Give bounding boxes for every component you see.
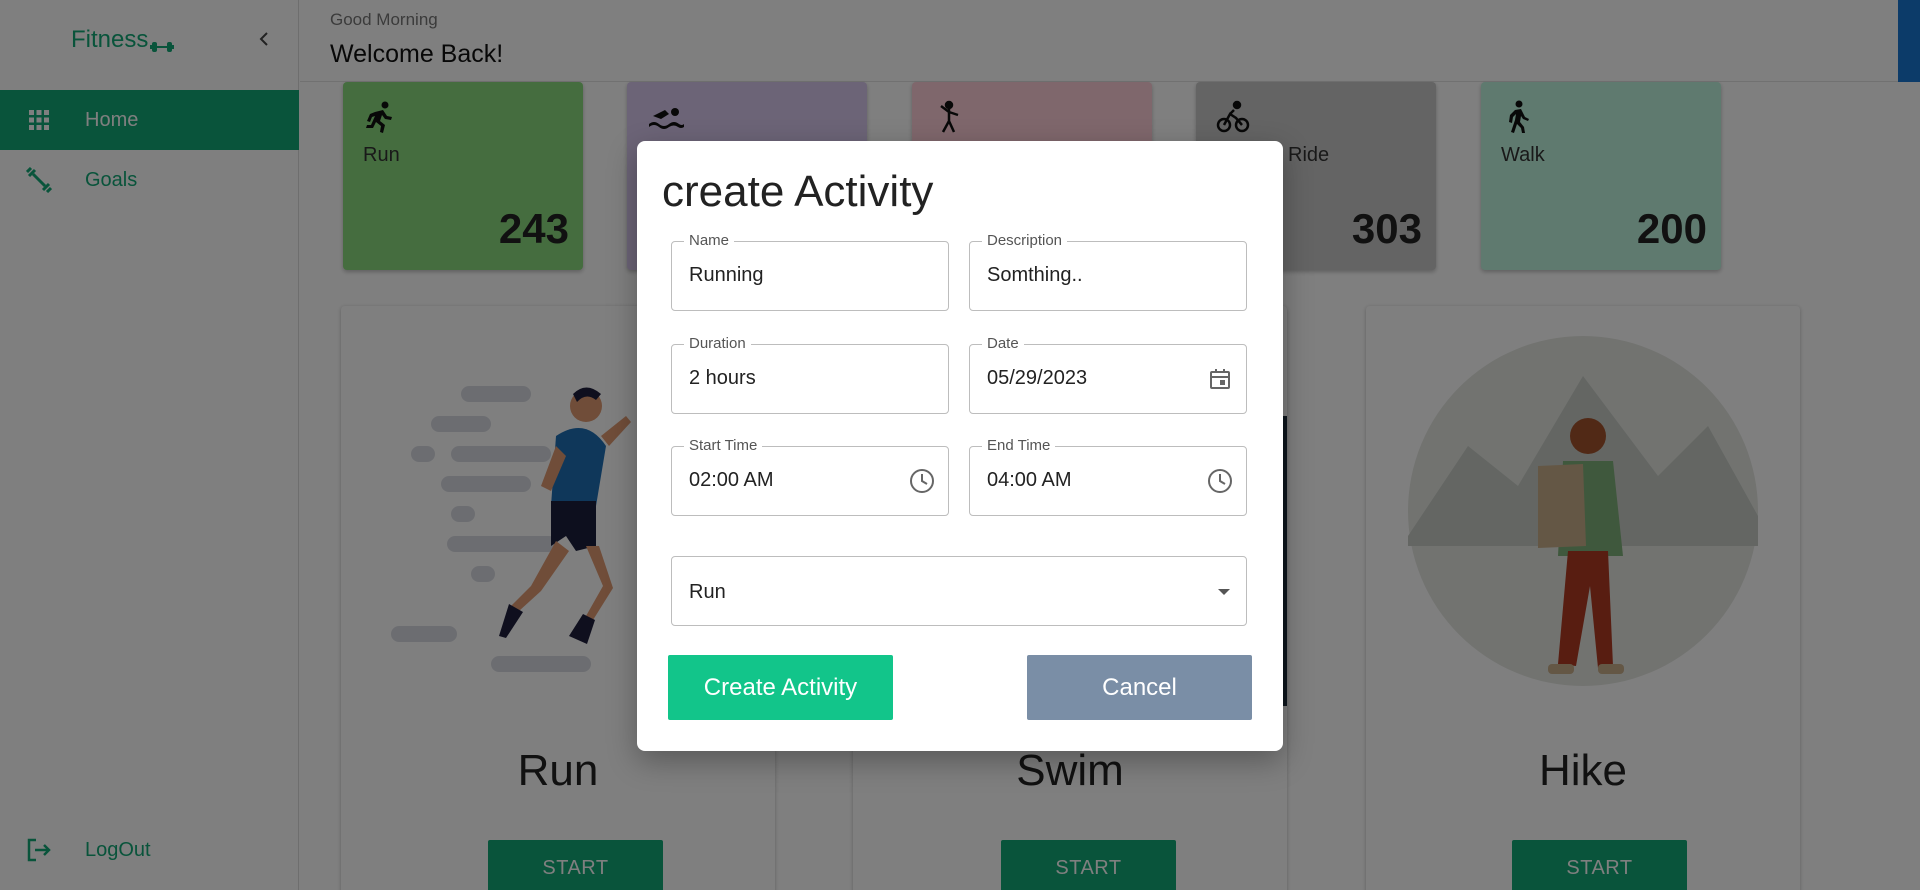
start-time-label: Start Time bbox=[684, 437, 763, 454]
description-value: Somthing.. bbox=[987, 264, 1083, 286]
create-activity-button[interactable]: Create Activity bbox=[668, 655, 893, 720]
duration-value: 2 hours bbox=[689, 367, 756, 389]
clock-icon[interactable] bbox=[1206, 467, 1234, 495]
start-time-field[interactable]: Start Time 02:00 AM bbox=[671, 437, 949, 516]
cancel-button[interactable]: Cancel bbox=[1027, 655, 1252, 720]
name-value: Running bbox=[689, 264, 764, 286]
dropdown-caret-icon bbox=[1218, 589, 1230, 595]
end-time-label: End Time bbox=[982, 437, 1056, 454]
name-label: Name bbox=[684, 232, 735, 249]
date-field[interactable]: Date 05/29/2023 bbox=[969, 335, 1247, 414]
description-field[interactable]: Description Somthing.. bbox=[969, 232, 1247, 311]
duration-label: Duration bbox=[684, 335, 751, 352]
name-field[interactable]: Name Running bbox=[671, 232, 949, 311]
date-label: Date bbox=[982, 335, 1024, 352]
activity-type-value: Run bbox=[689, 581, 726, 603]
start-time-value: 02:00 AM bbox=[689, 469, 774, 491]
clock-icon[interactable] bbox=[908, 467, 936, 495]
description-label: Description bbox=[982, 232, 1068, 249]
duration-field[interactable]: Duration 2 hours bbox=[671, 335, 949, 414]
dialog-title: create Activity bbox=[662, 167, 934, 216]
date-value: 05/29/2023 bbox=[987, 367, 1088, 389]
end-time-value: 04:00 AM bbox=[987, 469, 1072, 491]
end-time-field[interactable]: End Time 04:00 AM bbox=[969, 437, 1247, 516]
activity-type-select[interactable]: Run bbox=[671, 556, 1247, 626]
create-activity-dialog: create Activity Name Running Description… bbox=[637, 141, 1283, 751]
calendar-icon[interactable] bbox=[1206, 365, 1234, 393]
